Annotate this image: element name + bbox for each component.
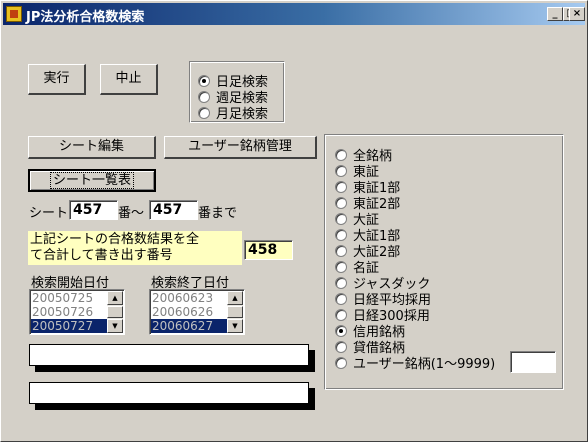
- radio-icon: [198, 106, 210, 119]
- scroll-down-icon[interactable]: ▼: [227, 319, 243, 333]
- radio-icon: [335, 212, 347, 225]
- start-date-scrollbar[interactable]: ▲ ▼: [107, 291, 123, 333]
- list-item-selected[interactable]: 20060627: [151, 319, 228, 333]
- start-date-list[interactable]: 20050725 20050726 20050727 ▲ ▼: [29, 289, 125, 335]
- radio-icon: [335, 292, 347, 305]
- end-date-scrollbar[interactable]: ▲ ▼: [227, 291, 243, 333]
- progress-bar-1: [29, 344, 309, 366]
- output-notice-line1: 上記シートの合格数結果を全: [30, 232, 200, 247]
- output-notice-line2: て合計して書き出す番号: [30, 248, 173, 263]
- sheet-range-prefix: シート: [29, 206, 69, 221]
- list-item[interactable]: 20060623: [151, 291, 228, 305]
- scroll-thumb[interactable]: [227, 306, 243, 318]
- progress-bar-2: [29, 382, 309, 404]
- radio-icon: [198, 90, 210, 103]
- list-item[interactable]: 20060626: [151, 305, 228, 319]
- app-window: JP法分析合格数検索 _ □ × 実行 中止 日足検索 週足検索 月足検索 シー…: [0, 0, 588, 442]
- radio-icon: [335, 180, 347, 193]
- user-stock-manage-button[interactable]: ユーザー銘柄管理: [164, 136, 317, 159]
- user-stock-code-input[interactable]: [510, 351, 556, 373]
- sheet-range-mid: 番〜: [118, 206, 145, 221]
- radio-icon: [335, 276, 347, 289]
- radio-icon: [335, 340, 347, 353]
- radio-icon: [335, 356, 347, 369]
- scroll-thumb[interactable]: [107, 306, 123, 318]
- period-monthly-radio[interactable]: 月足検索: [198, 103, 268, 122]
- run-button[interactable]: 実行: [28, 64, 86, 95]
- sheet-from-input[interactable]: 457: [69, 200, 118, 220]
- sheet-edit-button[interactable]: シート編集: [28, 136, 156, 159]
- stop-button[interactable]: 中止: [100, 64, 158, 95]
- scroll-up-icon[interactable]: ▲: [227, 291, 243, 305]
- sheet-to-input[interactable]: 457: [149, 200, 198, 220]
- scroll-up-icon[interactable]: ▲: [107, 291, 123, 305]
- end-date-list[interactable]: 20060623 20060626 20060627 ▲ ▼: [149, 289, 245, 335]
- radio-checked-icon: [198, 74, 210, 87]
- output-notice: 上記シートの合格数結果を全 て合計して書き出す番号: [28, 231, 242, 265]
- radio-icon: [335, 244, 347, 257]
- radio-icon: [335, 148, 347, 161]
- radio-checked-icon: [335, 324, 347, 337]
- minimize-button[interactable]: _: [547, 7, 563, 21]
- app-icon: [6, 6, 22, 22]
- window-title: JP法分析合格数検索: [26, 10, 145, 25]
- output-number-input[interactable]: 458: [244, 240, 293, 260]
- list-item[interactable]: 20050726: [31, 305, 108, 319]
- sheet-list-label: シート一覧表: [49, 172, 135, 189]
- list-item[interactable]: 20050725: [31, 291, 108, 305]
- title-bar[interactable]: JP法分析合格数検索 _ □ ×: [3, 3, 585, 25]
- market-option-radio[interactable]: ユーザー銘柄(1〜9999): [335, 353, 495, 372]
- market-option-label: ユーザー銘柄(1〜9999): [353, 357, 496, 372]
- radio-icon: [335, 260, 347, 273]
- radio-icon: [335, 196, 347, 209]
- period-monthly-label: 月足検索: [216, 107, 269, 122]
- list-item-selected[interactable]: 20050727: [31, 319, 108, 333]
- sheet-list-button[interactable]: シート一覧表: [28, 169, 156, 192]
- radio-icon: [335, 228, 347, 241]
- sheet-range-suffix: 番まで: [198, 206, 238, 221]
- radio-icon: [335, 164, 347, 177]
- radio-icon: [335, 308, 347, 321]
- scroll-down-icon[interactable]: ▼: [107, 319, 123, 333]
- close-button[interactable]: ×: [569, 7, 585, 21]
